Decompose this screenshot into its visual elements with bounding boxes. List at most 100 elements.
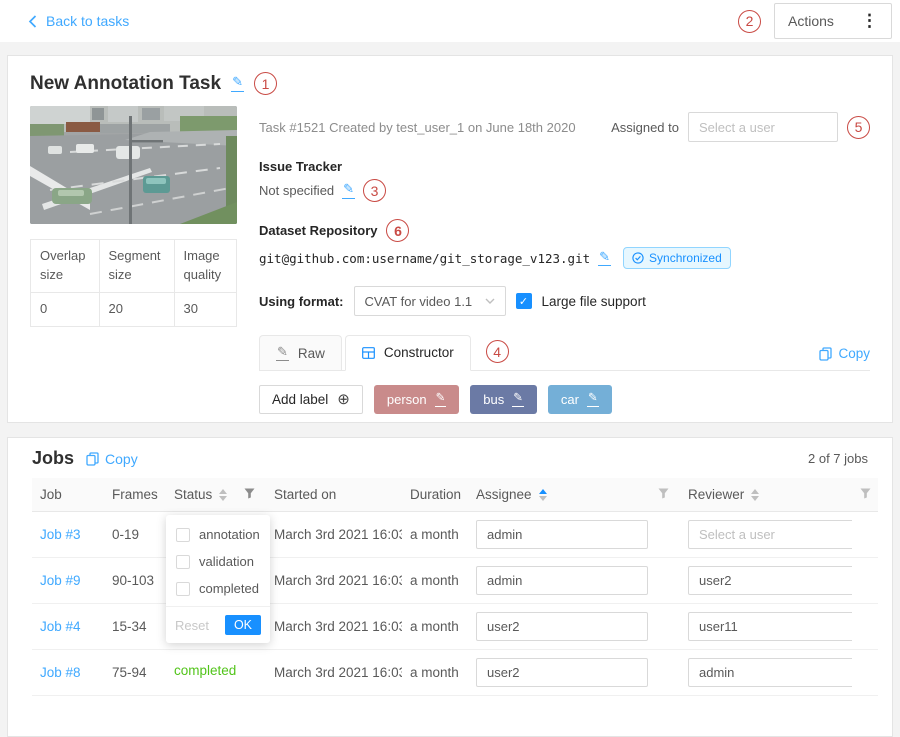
- task-parameters-table: Overlap size Segment size Image quality …: [30, 239, 237, 327]
- task-title: New Annotation Task: [30, 73, 221, 95]
- checkbox-validation[interactable]: [176, 555, 190, 569]
- assigned-to-input[interactable]: [688, 112, 838, 142]
- edit-label-icon[interactable]: ✎: [512, 392, 524, 407]
- col-assignee[interactable]: Assignee: [468, 478, 650, 512]
- filter-reset-button[interactable]: Reset: [175, 618, 209, 633]
- filter-option-completed[interactable]: completed: [166, 575, 270, 602]
- job-row-9: Job #9 90-103 March 3rd 2021 16:03 a mon…: [32, 558, 878, 604]
- job-row-8: Job #8 75-94 completed? March 3rd 2021 1…: [32, 650, 878, 696]
- param-header-overlap: Overlap size: [31, 240, 100, 293]
- jobs-title: Jobs: [32, 448, 74, 469]
- col-status[interactable]: Status: [166, 478, 236, 512]
- sort-carets-icon[interactable]: [539, 489, 547, 501]
- edit-repository-icon[interactable]: ✎: [598, 250, 611, 266]
- param-header-quality: Image quality: [174, 240, 236, 293]
- format-value: CVAT for video 1.1: [365, 294, 473, 309]
- assigned-to-label: Assigned to: [611, 120, 679, 135]
- checkbox-completed[interactable]: [176, 582, 190, 596]
- label-chip-person[interactable]: person ✎: [374, 385, 459, 414]
- top-bar: Back to tasks 2 Actions ⋮: [0, 0, 900, 42]
- copy-icon: [819, 347, 832, 361]
- col-duration[interactable]: Duration: [402, 478, 468, 512]
- vertical-ellipsis-icon: ⋮: [861, 11, 878, 31]
- job-8-reviewer-input[interactable]: [688, 658, 852, 687]
- col-job[interactable]: Job: [32, 478, 104, 512]
- using-format-label: Using format:: [259, 294, 344, 309]
- reviewer-filter-button[interactable]: [852, 478, 878, 512]
- job-4-reviewer-input[interactable]: [688, 612, 852, 641]
- labels-tabs: ✎ Raw Constructor 4 Copy: [259, 335, 870, 371]
- job-3-frames: 0-19: [104, 512, 166, 558]
- filter-ok-button[interactable]: OK: [225, 615, 261, 635]
- chevron-down-icon: [485, 298, 495, 304]
- job-9-link[interactable]: Job #9: [40, 573, 81, 588]
- dataset-repository-label: Dataset Repository: [259, 223, 377, 238]
- job-row-4: Job #4 15-34 March 3rd 2021 16:03 a mont…: [32, 604, 878, 650]
- chevron-left-icon: [28, 15, 37, 28]
- job-4-link[interactable]: Job #4: [40, 619, 81, 634]
- annotation-marker-5: 5: [847, 116, 870, 139]
- tab-constructor[interactable]: Constructor: [345, 335, 471, 371]
- job-4-assignee-input[interactable]: [476, 612, 648, 641]
- annotation-marker-1: 1: [254, 72, 277, 95]
- label-chip-bus[interactable]: bus ✎: [470, 385, 537, 414]
- job-3-assignee-input[interactable]: [476, 520, 648, 549]
- tab-raw[interactable]: ✎ Raw: [259, 335, 342, 370]
- filter-option-annotation[interactable]: annotation: [166, 521, 270, 548]
- large-file-checkbox[interactable]: ✓: [516, 293, 532, 309]
- assignee-filter-button[interactable]: [650, 478, 680, 512]
- jobs-count: 2 of 7 jobs: [808, 451, 868, 466]
- actions-label: Actions: [788, 13, 834, 29]
- format-select[interactable]: CVAT for video 1.1: [354, 286, 506, 316]
- job-3-duration: a month: [402, 512, 468, 558]
- plus-circle-icon: ⊕: [337, 392, 350, 407]
- label-person-name: person: [387, 392, 427, 407]
- label-bus-name: bus: [483, 392, 504, 407]
- label-car-name: car: [561, 392, 579, 407]
- edit-label-icon[interactable]: ✎: [587, 392, 599, 407]
- edit-issue-tracker-icon[interactable]: ✎: [342, 182, 355, 198]
- edit-title-icon[interactable]: ✎: [231, 75, 244, 91]
- checkbox-annotation[interactable]: [176, 528, 190, 542]
- add-label-button[interactable]: Add label ⊕: [259, 385, 363, 414]
- synchronized-label: Synchronized: [649, 251, 722, 265]
- labels-copy-label: Copy: [838, 346, 870, 361]
- edit-label-icon[interactable]: ✎: [435, 392, 447, 407]
- actions-button[interactable]: Actions ⋮: [774, 3, 892, 39]
- funnel-icon: [658, 488, 669, 499]
- jobs-card: Jobs Copy 2 of 7 jobs Job Frames Status …: [7, 437, 893, 737]
- job-8-link[interactable]: Job #8: [40, 665, 81, 680]
- job-8-duration: a month: [402, 650, 468, 696]
- task-preview-image: [30, 106, 237, 224]
- filter-validation-label: validation: [199, 554, 254, 569]
- labels-copy-button[interactable]: Copy: [819, 346, 870, 370]
- issue-tracker-value: Not specified: [259, 183, 334, 198]
- col-reviewer[interactable]: Reviewer: [680, 478, 852, 512]
- sort-carets-icon[interactable]: [751, 489, 759, 501]
- sort-carets-icon[interactable]: [219, 489, 227, 501]
- col-frames[interactable]: Frames: [104, 478, 166, 512]
- back-to-tasks-link[interactable]: Back to tasks: [28, 13, 129, 29]
- job-9-duration: a month: [402, 558, 468, 604]
- tab-raw-label: Raw: [298, 346, 325, 361]
- param-value-quality: 30: [174, 292, 236, 326]
- filter-option-validation[interactable]: validation: [166, 548, 270, 575]
- status-filter-button[interactable]: [236, 478, 266, 512]
- col-started[interactable]: Started on: [266, 478, 402, 512]
- dataset-repository-url[interactable]: git@github.com:username/git_storage_v123…: [259, 251, 590, 266]
- label-chip-car[interactable]: car ✎: [548, 385, 612, 414]
- annotation-marker-3: 3: [363, 179, 386, 202]
- job-8-assignee-input[interactable]: [476, 658, 648, 687]
- job-8-status: completed: [174, 663, 236, 678]
- job-4-started: March 3rd 2021 16:03: [266, 604, 402, 650]
- job-9-assignee-input[interactable]: [476, 566, 648, 595]
- job-3-link[interactable]: Job #3: [40, 527, 81, 542]
- synchronized-badge[interactable]: Synchronized: [623, 247, 731, 269]
- job-9-frames: 90-103: [104, 558, 166, 604]
- job-3-reviewer-input[interactable]: [688, 520, 852, 549]
- funnel-icon: [244, 488, 255, 499]
- jobs-copy-button[interactable]: Copy: [86, 451, 138, 467]
- job-9-reviewer-input[interactable]: [688, 566, 852, 595]
- job-8-frames: 75-94: [104, 650, 166, 696]
- jobs-copy-label: Copy: [105, 451, 138, 467]
